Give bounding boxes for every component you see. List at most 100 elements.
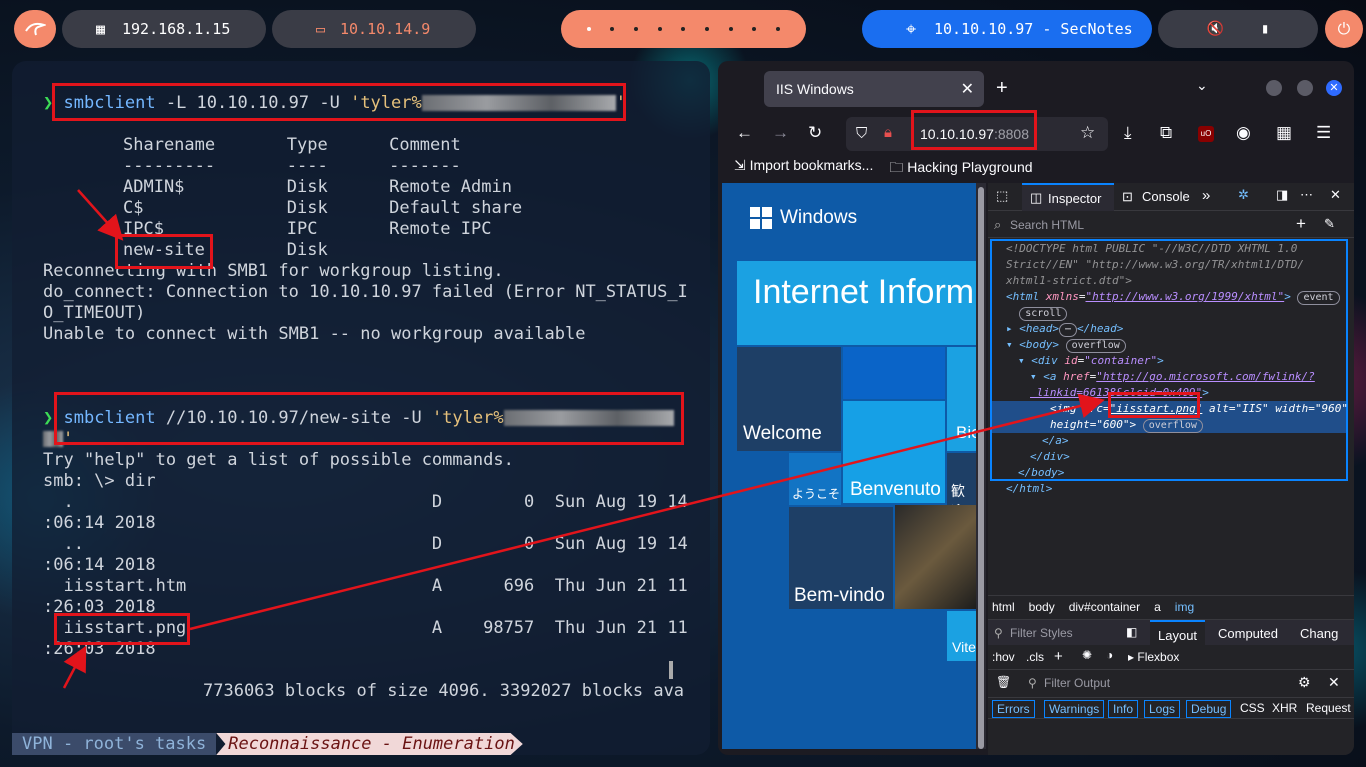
filter-debug[interactable]: Debug [1186,700,1232,718]
toggle-sidebar-icon[interactable]: ◧ [1126,625,1137,639]
filter-styles-input[interactable]: Filter Styles [1010,626,1073,640]
terminal-window[interactable]: ❯ smbclient -L 10.10.10.97 -U 'tyler% ' S… [12,61,710,755]
close-split-console-icon[interactable]: ✕ [1328,674,1340,691]
breadcrumb-item[interactable]: div#container [1069,600,1140,617]
bookmark-star-icon[interactable]: ☆ [1080,123,1095,143]
annotation-box [911,110,1037,150]
bookmark-import[interactable]: ⇲ Import bookmarks... [734,157,873,181]
ublock-icon[interactable]: uO [1198,126,1214,142]
kali-logo-button[interactable] [14,10,56,48]
options-icon[interactable]: ⋯ [1300,187,1313,203]
markup-view[interactable]: <!DOCTYPE html PUBLIC "-//W3C//DTD XHTML… [990,239,1348,495]
filter-xhr[interactable]: XHR [1272,701,1297,715]
filter-output-input[interactable]: Filter Output [1044,676,1110,690]
target-widget[interactable]: ⌖ 10.10.10.97 - SecNotes [862,10,1152,48]
tile[interactable] [843,347,945,399]
session-name[interactable]: VPN - root's tasks [12,733,217,755]
output-line: do_connect: Connection to 10.10.10.97 fa… [43,282,688,302]
filter-info[interactable]: Info [1108,700,1139,718]
tile-text: Bem-vindo [794,585,885,606]
light-mode-icon[interactable]: ✺ [1082,648,1092,662]
firefox-window[interactable]: IIS Windows ✕ + ⌄ ✕ ← → ↻ ⛉ 🔒︎ 10.10.10.9… [718,61,1354,755]
filter-requests[interactable]: Request [1306,701,1351,715]
downloads-icon[interactable]: ⤓ [1124,123,1132,143]
menu-icon[interactable]: ☰ [1316,123,1331,143]
filter-warnings[interactable]: Warnings [1044,700,1105,718]
power-icon: ⏻ [1337,19,1351,38]
output-line: Reconnecting with SMB1 for workgroup lis… [43,261,504,281]
power-button[interactable]: ⏻ [1325,10,1363,48]
close-tab-icon[interactable]: ✕ [961,79,974,99]
devtools-panel: ⬚ ◫ Inspector ⊡ Console » ✲ ◨ ⋯ ✕ ⌕ Search… [988,183,1354,755]
trash-icon[interactable]: 🗑 [996,675,1011,689]
forward-arrow-icon[interactable]: → [772,123,789,143]
tab-computed[interactable]: Computed [1218,626,1278,641]
workspace-dot[interactable] [634,27,639,31]
qr-code-icon[interactable]: ▦ [1276,123,1292,143]
workspace-dot[interactable] [728,27,733,31]
eyedropper-icon[interactable]: ✎ [1324,216,1335,232]
workspace-dot[interactable] [681,27,686,31]
add-node-icon[interactable]: + [1296,214,1306,234]
tab-list-button[interactable]: ⌄ [1196,77,1208,94]
filter-css[interactable]: CSS [1240,701,1265,715]
insecure-lock-icon[interactable]: 🔒︎ [884,124,892,141]
workspace-dot[interactable] [752,27,757,31]
reload-icon[interactable]: ↻ [808,123,822,143]
accessibility-icon[interactable]: ✲ [1238,187,1249,203]
output-line: smb: \> dir [43,471,156,491]
dock-icon[interactable]: ◨ [1276,187,1288,203]
workspace-dot[interactable] [776,27,781,31]
disk-usage-line: 7736063 blocks of size 4096. 3392027 blo… [203,681,685,701]
html-search-bar: ⌕ Search HTML + ✎ [988,212,1354,238]
minimize-button[interactable] [1266,80,1282,96]
breadcrumb-item[interactable]: body [1029,600,1055,617]
shield-icon[interactable]: ⛉ [856,125,867,142]
workspace-dot[interactable] [657,27,662,31]
back-arrow-icon[interactable]: ← [736,123,753,143]
workspace-dot[interactable] [610,27,615,31]
dark-mode-icon[interactable]: ◑ [1106,648,1113,662]
breadcrumb-item[interactable]: a [1154,600,1161,617]
cls-button[interactable]: .cls [1026,650,1044,664]
volume-muted-icon[interactable]: 🔇 [1207,21,1224,37]
new-tab-button[interactable]: + [996,77,1008,100]
workspace-dot[interactable] [705,27,710,31]
proxy-icon[interactable]: ◉ [1236,123,1251,143]
close-devtools-icon[interactable]: ✕ [1330,187,1341,203]
breadcrumb-item[interactable]: img [1175,600,1194,617]
iis-start-page[interactable]: Windows Internet Inform Welcome Bie ようこそ… [722,183,976,749]
tab-console[interactable]: ⊡ Console [1122,189,1190,204]
window-name[interactable]: Reconnaissance - Enumeration [216,733,523,755]
vpn-ip-text: 10.10.14.9 [340,20,431,38]
tab-changes[interactable]: Chang [1300,626,1338,641]
annotation-box [1108,392,1200,418]
hov-button[interactable]: :hov [992,650,1015,664]
local-ip-widget[interactable]: ▦ 192.168.1.15 [62,10,266,48]
vpn-ip-widget[interactable]: ▭ 10.10.14.9 [272,10,476,48]
extensions-icon[interactable]: ⧉ [1160,123,1172,143]
workspace-dot[interactable] [586,27,591,31]
tile-text: ようこそ [792,487,841,501]
share-row: C$ Disk Default share [123,198,523,218]
tab-inspector[interactable]: ◫ Inspector [1022,183,1114,211]
filter-logs[interactable]: Logs [1144,700,1181,718]
maximize-button[interactable] [1297,80,1313,96]
workspace-switcher[interactable] [561,10,806,48]
page-scrollbar[interactable] [976,183,986,749]
filter-errors[interactable]: Errors [992,700,1035,718]
element-picker-icon[interactable]: ⬚ [996,188,1008,204]
tab-iis-windows[interactable]: IIS Windows ✕ [764,71,984,107]
search-html-input[interactable]: Search HTML [1010,218,1084,232]
battery-icon[interactable]: ▮ [1261,21,1269,37]
bookmark-folder-hacking-playground[interactable]: 🗀 Hacking Playground [889,157,1032,181]
more-tabs-icon[interactable]: » [1202,187,1210,204]
scrollbar-thumb[interactable] [978,187,984,749]
breadcrumb-item[interactable]: html [992,600,1015,617]
flexbox-section[interactable]: ▸ Flexbox [1128,650,1179,664]
close-window-button[interactable]: ✕ [1326,80,1342,96]
settings-gear-icon[interactable]: ⚙ [1298,674,1311,691]
laptop-icon: ▭ [316,20,326,38]
tab-layout[interactable]: Layout [1150,620,1206,646]
add-rule-icon[interactable]: + [1054,648,1063,665]
